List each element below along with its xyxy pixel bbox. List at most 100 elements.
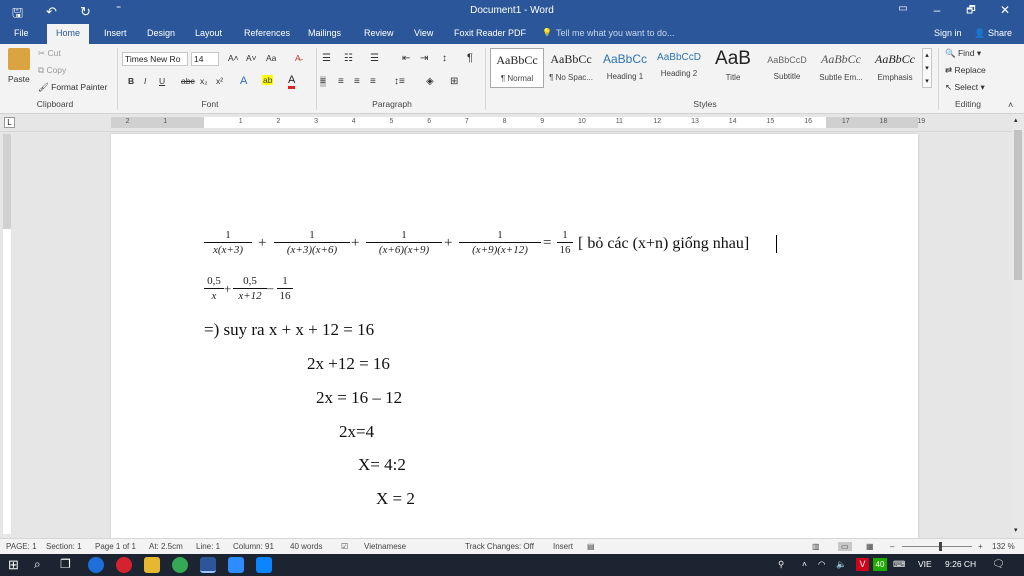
style-heading-2[interactable]: AaBbCcD Heading 2 xyxy=(652,48,706,88)
tab-layout[interactable]: Layout xyxy=(195,28,222,38)
multilevel-list-icon[interactable]: ☰ xyxy=(370,53,379,64)
grow-font-button[interactable]: A˄ xyxy=(228,53,239,63)
people-icon[interactable]: ⚲ xyxy=(778,559,784,570)
status-page-of[interactable]: Page 1 of 1 xyxy=(95,542,136,551)
tab-file[interactable]: File xyxy=(14,28,29,38)
status-page[interactable]: PAGE: 1 xyxy=(6,542,37,551)
status-section[interactable]: Section: 1 xyxy=(46,542,82,551)
web-layout-icon[interactable]: ▦ xyxy=(866,542,874,551)
edge-icon[interactable] xyxy=(88,557,104,573)
zoom-slider-track[interactable] xyxy=(902,546,972,547)
keyboard-icon[interactable]: ⌨ xyxy=(893,559,905,570)
print-layout-icon[interactable]: ▭ xyxy=(838,542,852,551)
zoom-in-button[interactable]: + xyxy=(978,542,983,551)
sort-icon[interactable]: ↕ xyxy=(442,53,447,64)
tell-me-box[interactable]: Tell me what you want to do... xyxy=(556,28,675,38)
style-no-spacing[interactable]: AaBbCc ¶ No Spac... xyxy=(544,48,598,88)
style-emphasis[interactable]: AaBbCc Emphasis xyxy=(868,48,922,88)
subscript-button[interactable]: x₂ xyxy=(200,76,208,86)
borders-icon[interactable]: ⊞ xyxy=(450,76,458,87)
align-right-icon[interactable]: ≡ xyxy=(354,76,360,87)
scroll-thumb[interactable] xyxy=(1014,130,1022,280)
line-spacing-icon[interactable]: ↕≡ xyxy=(394,76,405,87)
find-button[interactable]: 🔍 Find ▾ xyxy=(945,48,981,59)
styles-scroll[interactable]: ▴ ▾ ▾ xyxy=(922,48,932,88)
sign-in-link[interactable]: Sign in xyxy=(934,28,962,38)
tab-review[interactable]: Review xyxy=(364,28,394,38)
decrease-indent-icon[interactable]: ⇤ xyxy=(402,53,410,64)
copy-button[interactable]: ⧉ Copy xyxy=(38,65,66,76)
chat-app-icon[interactable] xyxy=(256,557,272,573)
tab-view[interactable]: View xyxy=(414,28,433,38)
numbering-icon[interactable]: ☷ xyxy=(344,53,353,64)
cut-button[interactable]: ✂ Cut xyxy=(38,48,61,59)
maximize-button[interactable]: 🗗 xyxy=(956,3,986,20)
font-name-combo[interactable]: Times New Ro xyxy=(122,52,188,66)
style-subtitle[interactable]: AaBbCcD Subtitle xyxy=(760,48,814,88)
tab-mailings[interactable]: Mailings xyxy=(308,28,341,38)
document-page[interactable]: 1 x(x+3) + 1 (x+3)(x+6) + 1 (x+6)(x+9) +… xyxy=(111,134,918,544)
tab-selector[interactable]: L xyxy=(4,117,15,128)
tab-references[interactable]: References xyxy=(244,28,290,38)
status-language[interactable]: Vietnamese xyxy=(364,542,406,551)
status-at[interactable]: At: 2.5cm xyxy=(149,542,183,551)
clock[interactable]: 9:26 CH xyxy=(945,559,976,569)
network-icon[interactable]: ◠ xyxy=(818,559,825,570)
horizontal-ruler[interactable]: L 2 1 1 2 3 4 5 6 7 8 9 10 11 12 13 14 15 16 17 18 19 xyxy=(0,114,1024,132)
increase-indent-icon[interactable]: ⇥ xyxy=(420,53,428,64)
italic-button[interactable]: I xyxy=(144,76,146,86)
status-column[interactable]: Column: 91 xyxy=(233,542,274,551)
status-line[interactable]: Line: 1 xyxy=(196,542,220,551)
tab-insert[interactable]: Insert xyxy=(104,28,127,38)
highlight-button[interactable]: ab xyxy=(262,75,274,85)
justify-icon[interactable]: ≡ xyxy=(370,76,376,87)
style-subtle-emphasis[interactable]: AaBbCc Subtle Em... xyxy=(814,48,868,88)
shading-icon[interactable]: ◈ xyxy=(426,76,434,87)
strikethrough-button[interactable]: abc xyxy=(181,76,195,86)
clear-format-button[interactable]: A̶ xyxy=(295,53,301,63)
task-view-icon[interactable]: ❐ xyxy=(60,557,71,571)
minimize-button[interactable]: – xyxy=(922,3,952,17)
tab-design[interactable]: Design xyxy=(147,28,175,38)
paste-button[interactable]: Paste xyxy=(8,74,30,84)
volume-icon[interactable]: 🔈 xyxy=(836,559,847,570)
share-button[interactable]: Share xyxy=(988,28,1012,38)
vertical-scrollbar[interactable]: ▴ ▾ xyxy=(1012,114,1024,538)
style-heading-1[interactable]: AaBbCc Heading 1 xyxy=(598,48,652,88)
ribbon-display-icon[interactable]: ▭ xyxy=(888,3,918,14)
underline-button[interactable]: U xyxy=(159,76,165,86)
word-taskbar-icon[interactable] xyxy=(200,557,216,573)
font-size-combo[interactable]: 14 xyxy=(191,52,219,66)
proofing-icon[interactable]: ☑ xyxy=(341,542,348,551)
zoom-out-button[interactable]: – xyxy=(890,542,894,551)
zoom-slider-thumb[interactable] xyxy=(938,542,942,551)
superscript-button[interactable]: x² xyxy=(216,76,223,86)
select-button[interactable]: ↖ Select ▾ xyxy=(945,82,985,93)
read-mode-icon[interactable]: ▥ xyxy=(812,542,820,551)
bold-button[interactable]: B xyxy=(128,76,134,86)
tab-home[interactable]: Home xyxy=(47,24,90,44)
status-track-changes[interactable]: Track Changes: Off xyxy=(465,542,534,551)
zoom-app-icon[interactable] xyxy=(228,557,244,573)
vertical-ruler[interactable] xyxy=(0,132,14,538)
scroll-down-icon[interactable]: ▾ xyxy=(1014,526,1018,534)
search-icon[interactable]: ⌕ xyxy=(34,557,41,572)
style-title[interactable]: AaB Title xyxy=(706,48,760,88)
bullets-icon[interactable]: ☰ xyxy=(322,53,331,64)
text-effects-button[interactable]: A xyxy=(240,75,247,87)
scroll-up-icon[interactable]: ▴ xyxy=(1014,116,1018,124)
show-marks-button[interactable]: ¶ xyxy=(467,52,473,64)
style-normal[interactable]: AaBbCc ¶ Normal xyxy=(490,48,544,88)
close-button[interactable]: ✕ xyxy=(990,3,1020,17)
align-left-icon[interactable]: ≡ xyxy=(320,76,326,87)
paste-icon[interactable] xyxy=(8,48,30,70)
windows-start-icon[interactable]: ⊞ xyxy=(8,557,19,573)
format-painter-button[interactable]: 🖌 Format Painter xyxy=(38,82,107,93)
notifications-icon[interactable]: 🗨 xyxy=(992,559,1005,570)
change-case-button[interactable]: Aa xyxy=(266,53,276,63)
input-language[interactable]: VIE xyxy=(918,559,932,569)
macro-icon[interactable]: ▤ xyxy=(587,542,595,551)
chrome-icon[interactable] xyxy=(172,557,188,573)
shrink-font-button[interactable]: A˅ xyxy=(246,53,257,63)
collapse-ribbon-icon[interactable]: ˄ xyxy=(1008,100,1013,110)
